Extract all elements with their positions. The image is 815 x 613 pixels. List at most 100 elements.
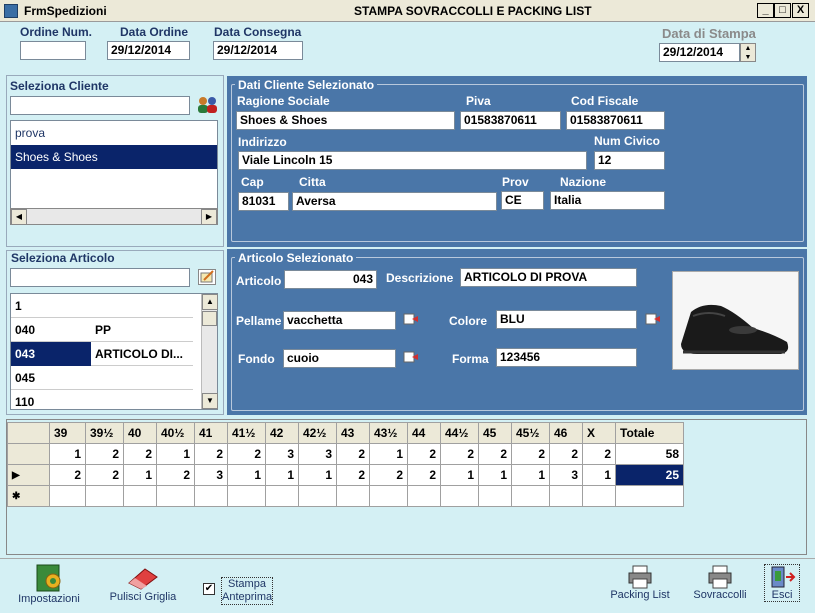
data-stampa-input[interactable]: 29/12/2014 [659,43,740,62]
cliente-search-input[interactable] [10,96,190,115]
grid-cell[interactable] [478,485,512,507]
scroll-up-icon[interactable]: ▲ [202,294,218,310]
fondo-input[interactable]: cuoio [283,349,396,368]
stampa-anteprima-checkbox[interactable]: ✔ [203,583,215,595]
row-indicator[interactable] [7,443,50,465]
grid-header-cell[interactable]: 39 [49,422,86,444]
scroll-left-icon[interactable]: ◀ [11,209,27,225]
users-search-icon[interactable] [196,95,220,115]
grid-cell[interactable]: 1 [227,464,266,486]
maximize-button[interactable]: □ [774,3,791,18]
packing-list-button[interactable]: Packing List [604,565,676,601]
grid-cell[interactable]: 2 [511,443,550,465]
grid-cell[interactable]: 1 [511,464,550,486]
edit-icon[interactable] [198,269,216,285]
grid-cell[interactable]: 1 [478,464,512,486]
grid-cell[interactable] [156,485,195,507]
pellame-lookup-icon[interactable] [403,312,419,329]
stampa-anteprima-label[interactable]: Stampa Anteprima [221,577,273,605]
grid-header-cell[interactable]: Totale [615,422,684,444]
minimize-button[interactable]: _ [757,3,774,18]
grid-header-cell[interactable]: 41 [194,422,228,444]
articolo-input[interactable]: 043 [284,270,377,289]
grid-header-cell[interactable]: 40 [123,422,157,444]
grid-total-cell[interactable]: 58 [615,443,684,465]
scroll-down-icon[interactable]: ▼ [202,393,218,409]
row-indicator[interactable]: ✱ [7,485,50,507]
indirizzo-input[interactable]: Viale Lincoln 15 [238,151,587,170]
list-item[interactable]: 040 PP [11,318,193,342]
cod-fiscale-input[interactable]: 01583870611 [566,111,665,130]
ragione-sociale-input[interactable]: Shoes & Shoes [236,111,455,130]
nazione-input[interactable]: Italia [550,191,665,210]
grid-cell[interactable]: 2 [549,443,583,465]
grid-cell[interactable] [582,485,616,507]
close-button[interactable]: X [792,3,809,18]
grid-cell[interactable] [227,485,266,507]
articolo-search-input[interactable] [10,268,190,287]
forma-input[interactable]: 123456 [496,348,637,367]
grid-header-cell[interactable]: 42 [265,422,299,444]
scroll-thumb[interactable] [202,311,217,326]
fondo-lookup-icon[interactable] [403,350,419,367]
grid-cell[interactable] [511,485,550,507]
list-item[interactable]: 1 [11,294,193,318]
colore-lookup-icon[interactable] [645,312,661,329]
citta-input[interactable]: Aversa [292,192,497,211]
grid-total-cell[interactable] [615,485,684,507]
grid-cell[interactable] [336,485,370,507]
grid-cell[interactable]: 2 [156,464,195,486]
grid-cell[interactable]: 1 [440,464,479,486]
grid-cell[interactable]: 2 [85,443,124,465]
grid-cell[interactable]: 2 [227,443,266,465]
pulisci-griglia-button[interactable]: Pulisci Griglia [106,565,180,603]
grid-cell[interactable] [85,485,124,507]
esci-button[interactable]: Esci [764,564,800,602]
list-item[interactable]: prova [11,121,217,145]
impostazioni-button[interactable]: Impostazioni [14,563,84,605]
grid-cell[interactable] [123,485,157,507]
grid-cell[interactable]: 3 [549,464,583,486]
grid-cell[interactable]: 2 [336,443,370,465]
grid-header-cell[interactable]: 41½ [227,422,266,444]
grid-cell[interactable]: 1 [49,443,86,465]
cap-input[interactable]: 81031 [238,192,289,211]
grid-cell[interactable]: 2 [440,443,479,465]
grid-cell[interactable]: 2 [194,443,228,465]
grid-header-cell[interactable]: 45½ [511,422,550,444]
grid-header-cell[interactable]: 43 [336,422,370,444]
piva-input[interactable]: 01583870611 [460,111,561,130]
grid-header-cell[interactable]: 46 [549,422,583,444]
table-row[interactable]: ✱ [7,485,684,507]
list-item[interactable]: 110 [11,390,193,409]
grid-cell[interactable]: 2 [407,464,441,486]
grid-header-cell[interactable]: X [582,422,616,444]
scroll-right-icon[interactable]: ▶ [201,209,217,225]
grid-cell[interactable]: 1 [123,464,157,486]
table-row[interactable]: 1 2 2 1 2 2 3 3 2 1 2 2 2 2 2 2 58 [7,443,684,465]
grid-cell[interactable]: 2 [123,443,157,465]
ordine-num-input[interactable] [20,41,86,60]
grid-cell[interactable]: 3 [298,443,337,465]
grid-cell[interactable]: 1 [582,464,616,486]
grid-cell[interactable]: 1 [156,443,195,465]
grid-header-cell[interactable]: 45 [478,422,512,444]
data-stampa-spinner[interactable]: ▲ ▼ [740,43,756,62]
grid-header-cell[interactable]: 39½ [85,422,124,444]
grid-cell[interactable]: 2 [582,443,616,465]
grid-cell[interactable]: 2 [369,464,408,486]
grid-header-cell[interactable]: 40½ [156,422,195,444]
grid-cell[interactable]: 1 [369,443,408,465]
grid-cell[interactable]: 2 [49,464,86,486]
grid-cell[interactable]: 2 [478,443,512,465]
prov-input[interactable]: CE [501,191,544,210]
cliente-hscrollbar[interactable]: ◀ ▶ [10,208,218,225]
table-row[interactable]: ▶ 2 2 1 2 3 1 1 1 2 2 2 1 1 1 3 1 25 [7,464,684,486]
grid-cell[interactable] [407,485,441,507]
grid-cell[interactable]: 3 [194,464,228,486]
pellame-input[interactable]: vacchetta [283,311,396,330]
sovraccolli-button[interactable]: Sovraccolli [688,565,752,601]
data-ordine-input[interactable]: 29/12/2014 [107,41,190,60]
data-consegna-input[interactable]: 29/12/2014 [213,41,303,60]
colore-input[interactable]: BLU [496,310,637,329]
